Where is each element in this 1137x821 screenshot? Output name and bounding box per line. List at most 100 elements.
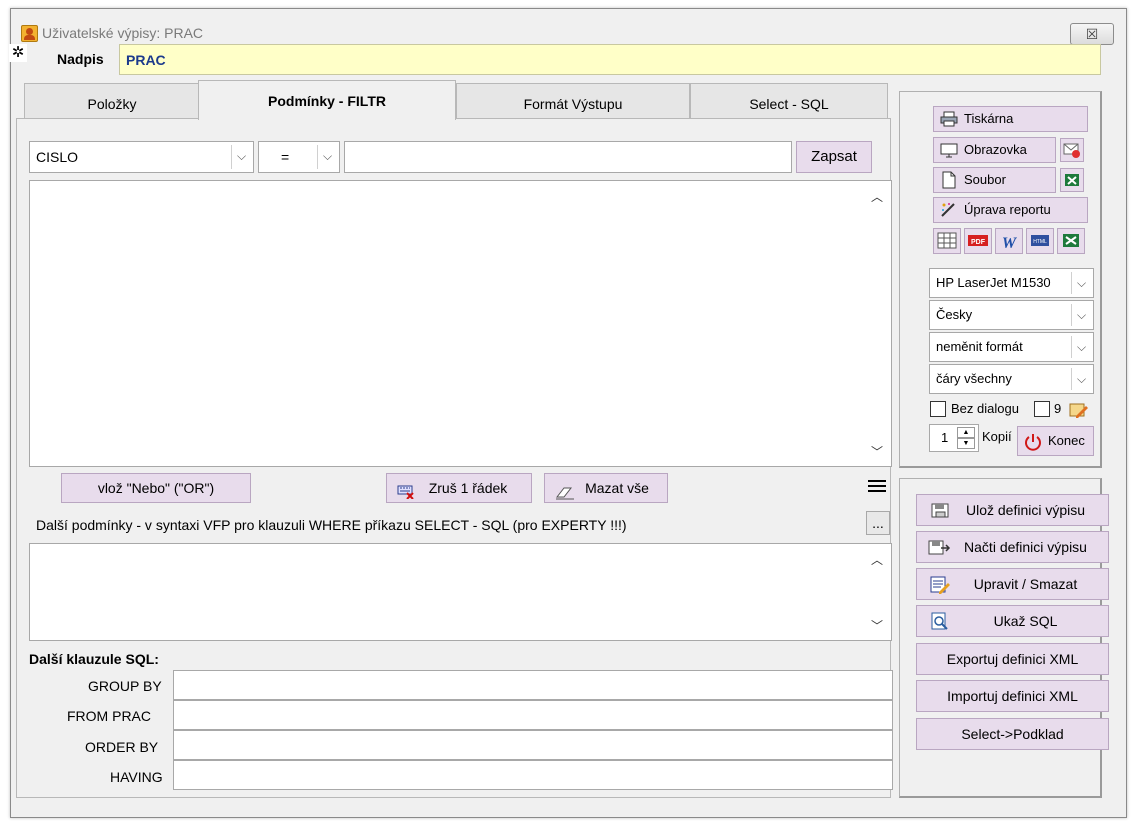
operator-select[interactable]: = ⌵ bbox=[258, 141, 340, 173]
keyboard-delete-icon bbox=[397, 480, 415, 500]
tab-bar: Položky Podmínky - FILTR Formát Výstupu … bbox=[16, 80, 891, 120]
title-bar: Uživatelské výpisy: PRAC ☒ bbox=[11, 9, 1126, 49]
group-by-input[interactable] bbox=[173, 670, 893, 700]
chevron-down-icon: ⌵ bbox=[231, 145, 251, 169]
hamburger-menu-icon[interactable] bbox=[867, 479, 887, 493]
stepper-down-icon[interactable]: ▼ bbox=[957, 438, 975, 449]
scroll-up-icon[interactable]: ︿ bbox=[869, 552, 885, 568]
nadpis-label: Nadpis bbox=[57, 51, 104, 67]
nine-label: 9 bbox=[1054, 401, 1062, 416]
email-icon[interactable] bbox=[1060, 138, 1084, 162]
lines-select[interactable]: čáry všechny ⌵ bbox=[929, 364, 1094, 394]
exit-button[interactable]: Konec bbox=[1017, 426, 1094, 456]
nadpis-input[interactable]: PRAC bbox=[119, 44, 1101, 75]
chevron-down-icon: ⌵ bbox=[1071, 304, 1091, 326]
close-button[interactable]: ☒ bbox=[1070, 23, 1114, 45]
having-input[interactable] bbox=[173, 760, 893, 790]
printer-label: Tiskárna bbox=[964, 111, 1014, 126]
no-dialog-checkbox[interactable] bbox=[930, 401, 946, 417]
tab-format-vystupu[interactable]: Formát Výstupu bbox=[456, 83, 690, 119]
word-icon[interactable]: W bbox=[995, 228, 1023, 254]
save-icon bbox=[929, 501, 953, 521]
insert-or-button[interactable]: vlož "Nebo" ("OR") bbox=[61, 473, 251, 503]
remove-row-label: Zruš 1 řádek bbox=[428, 480, 508, 496]
show-sql-button[interactable]: Ukaž SQL bbox=[916, 605, 1109, 637]
format-select-value: neměnit formát bbox=[936, 339, 1023, 354]
sql-clauses-label: Další klauzule SQL: bbox=[29, 651, 159, 667]
settings-pencil-icon[interactable] bbox=[1068, 400, 1090, 420]
order-by-input[interactable] bbox=[173, 730, 893, 760]
table-view-icon[interactable] bbox=[933, 228, 961, 254]
select-to-base-button[interactable]: Select->Podklad bbox=[916, 718, 1109, 750]
monitor-icon bbox=[940, 143, 958, 158]
copies-value: 1 bbox=[941, 430, 949, 445]
definition-actions-panel bbox=[899, 478, 1102, 798]
svg-text:HTML: HTML bbox=[1033, 239, 1047, 245]
excel-icon[interactable] bbox=[1060, 168, 1084, 192]
tab-label: Formát Výstupu bbox=[523, 96, 623, 112]
tab-podminky[interactable]: Podmínky - FILTR bbox=[198, 80, 456, 120]
html-icon[interactable]: HTML bbox=[1026, 228, 1054, 254]
filter-value-input[interactable] bbox=[344, 141, 792, 173]
field-select[interactable]: CISLO ⌵ bbox=[29, 141, 254, 173]
show-sql-label: Ukaž SQL bbox=[993, 613, 1058, 629]
from-input[interactable] bbox=[173, 700, 893, 730]
write-button[interactable]: Zapsat bbox=[796, 141, 872, 173]
lines-select-value: čáry všechny bbox=[936, 371, 1012, 386]
power-icon bbox=[1023, 432, 1043, 452]
preview-icon bbox=[929, 612, 951, 632]
copies-label: Kopií bbox=[982, 429, 1012, 444]
clear-all-button[interactable]: Mazat vše bbox=[544, 473, 668, 503]
printer-select-value: HP LaserJet M1530 bbox=[936, 275, 1051, 290]
file-button[interactable]: Soubor bbox=[933, 167, 1056, 193]
save-definition-label: Ulož definici výpisu bbox=[965, 502, 1086, 518]
window-title: Uživatelské výpisy: PRAC bbox=[42, 25, 204, 41]
field-select-value: CISLO bbox=[36, 149, 79, 165]
import-xml-button[interactable]: Importuj definici XML bbox=[916, 680, 1109, 712]
exit-label: Konec bbox=[1048, 433, 1085, 448]
scroll-down-icon[interactable]: ﹀ bbox=[869, 444, 885, 460]
format-select[interactable]: neměnit formát ⌵ bbox=[929, 332, 1094, 362]
stepper-up-icon[interactable]: ▲ bbox=[957, 427, 975, 438]
edit-report-label: Úprava reportu bbox=[964, 202, 1051, 217]
printer-button[interactable]: Tiskárna bbox=[933, 106, 1088, 132]
more-conditions-label: Další podmínky - v syntaxi VFP pro klauz… bbox=[36, 517, 627, 533]
clear-all-label: Mazat vše bbox=[585, 480, 649, 496]
load-definition-label: Načti definici výpisu bbox=[964, 539, 1087, 555]
remove-row-button[interactable]: Zruš 1 řádek bbox=[386, 473, 532, 503]
language-select[interactable]: Česky ⌵ bbox=[929, 300, 1094, 330]
gear-icon[interactable]: ✲ bbox=[9, 44, 27, 62]
from-label: FROM PRAC bbox=[67, 708, 151, 724]
scroll-down-icon[interactable]: ﹀ bbox=[869, 618, 885, 634]
order-by-label: ORDER BY bbox=[85, 739, 159, 755]
excel-export-icon[interactable] bbox=[1057, 228, 1085, 254]
document-icon bbox=[941, 171, 957, 189]
chevron-down-icon: ⌵ bbox=[317, 145, 337, 169]
scroll-up-icon[interactable]: ︿ bbox=[869, 189, 885, 205]
eraser-icon bbox=[555, 481, 574, 500]
edit-delete-button[interactable]: Upravit / Smazat bbox=[916, 568, 1109, 600]
load-definition-button[interactable]: Načti definici výpisu bbox=[916, 531, 1109, 563]
svg-text:PDF: PDF bbox=[971, 239, 986, 246]
printer-select[interactable]: HP LaserJet M1530 ⌵ bbox=[929, 268, 1094, 298]
tab-polozky[interactable]: Položky bbox=[24, 83, 200, 119]
conditions-list[interactable]: ︿ ﹀ bbox=[29, 180, 892, 467]
tab-select-sql[interactable]: Select - SQL bbox=[690, 83, 888, 119]
tab-label: Select - SQL bbox=[749, 96, 829, 112]
chevron-down-icon: ⌵ bbox=[1071, 368, 1091, 390]
language-select-value: Česky bbox=[936, 307, 973, 322]
export-xml-button[interactable]: Exportuj definici XML bbox=[916, 643, 1109, 675]
no-dialog-label: Bez dialogu bbox=[951, 401, 1019, 416]
save-definition-button[interactable]: Ulož definici výpisu bbox=[916, 494, 1109, 526]
screen-button[interactable]: Obrazovka bbox=[933, 137, 1056, 163]
where-expression-input[interactable]: ︿ ﹀ bbox=[29, 543, 892, 641]
edit-report-button[interactable]: Úprava reportu bbox=[933, 197, 1088, 223]
ellipsis-button[interactable]: ... bbox=[866, 511, 890, 535]
app-icon bbox=[21, 25, 38, 42]
pdf-icon[interactable]: PDF bbox=[964, 228, 992, 254]
group-by-label: GROUP BY bbox=[88, 678, 162, 694]
nine-checkbox[interactable] bbox=[1034, 401, 1050, 417]
copies-stepper[interactable]: 1 ▲ ▼ bbox=[929, 424, 979, 452]
edit-list-icon bbox=[929, 575, 951, 595]
load-icon bbox=[927, 538, 951, 558]
